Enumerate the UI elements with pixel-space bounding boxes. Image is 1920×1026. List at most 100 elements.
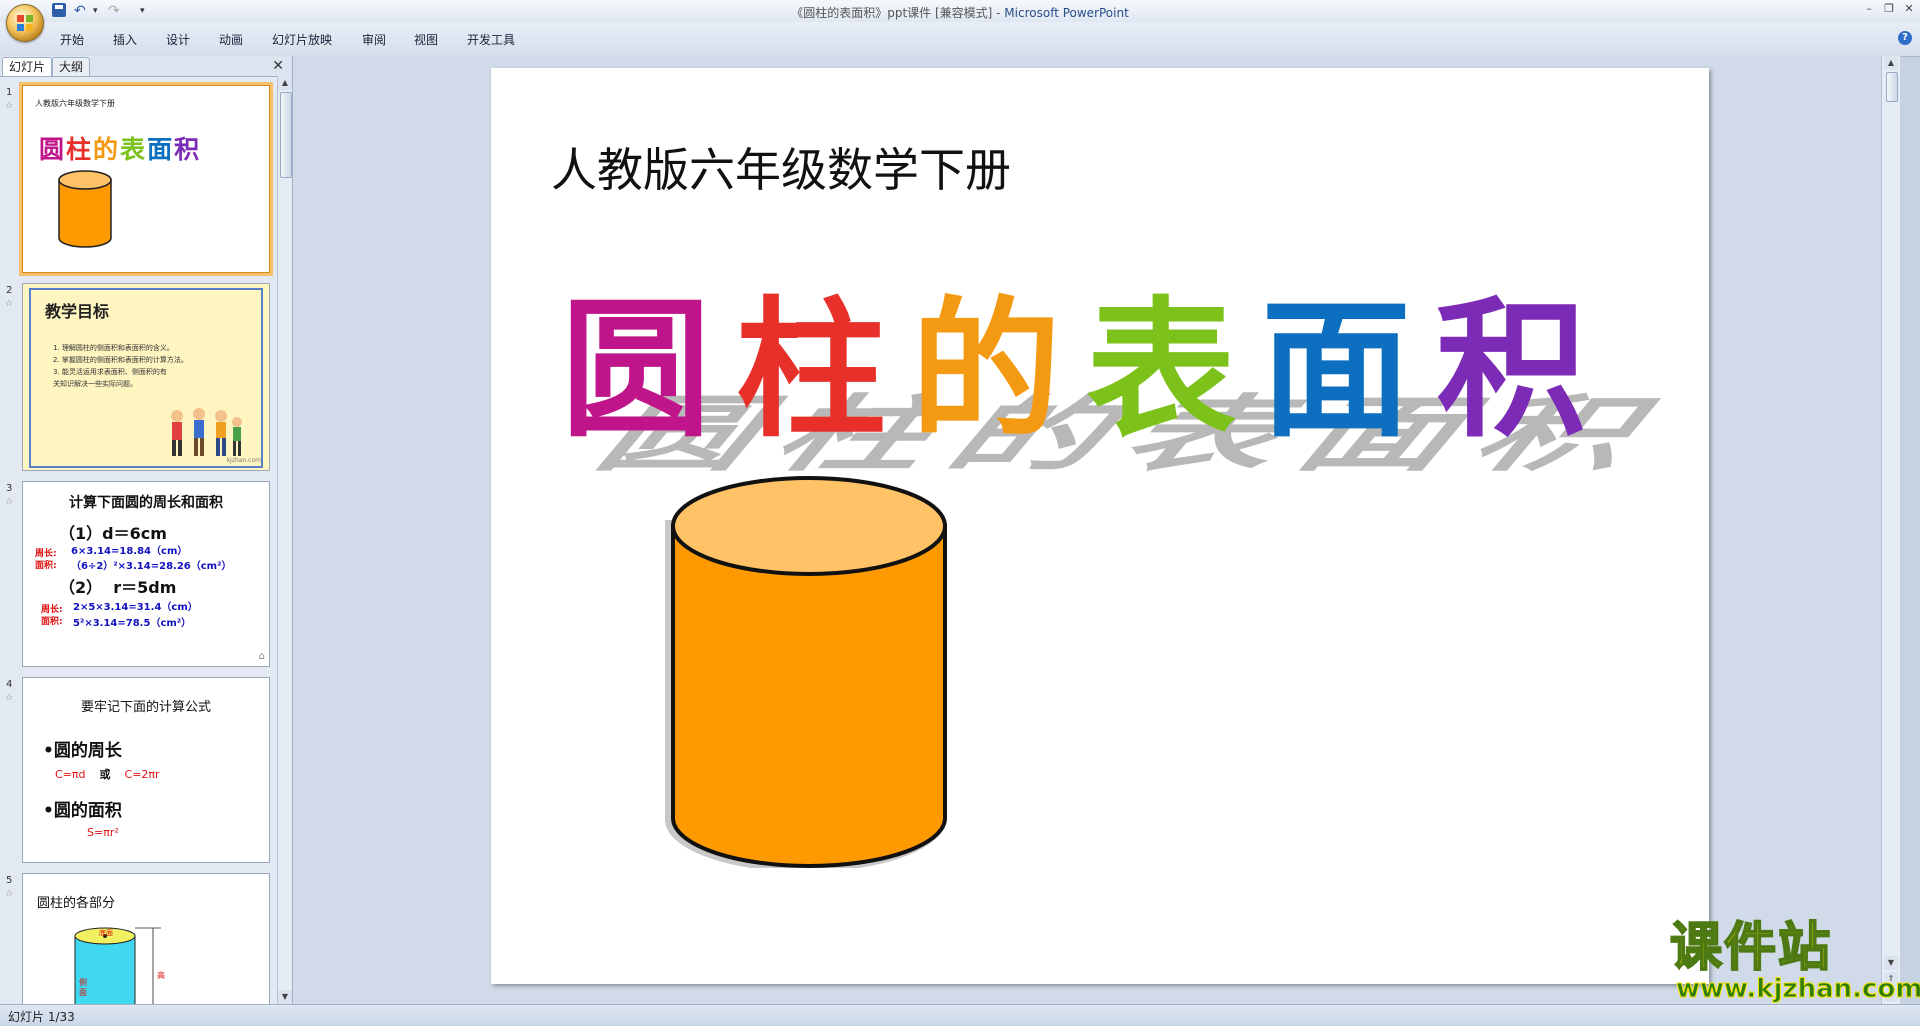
tab-view[interactable]: 视图	[414, 31, 438, 48]
thumb-title: 教学目标	[45, 302, 110, 321]
slide-scrollbar[interactable]: ▲ ▼ ⇑ ⇓	[1881, 56, 1900, 1004]
app-name: Microsoft PowerPoint	[1004, 6, 1129, 20]
slides-pane: 幻灯片 大纲 ✕ 1 ☆ 人教版六年级数学下册 圆柱的表面积 2 ☆ 教学目标 …	[0, 56, 293, 1004]
tab-outline[interactable]: 大纲	[52, 57, 91, 76]
thumb-number: 4	[6, 679, 13, 690]
thumb-title: 要牢记下面的计算公式	[80, 700, 211, 715]
office-button[interactable]	[6, 4, 44, 42]
thumb-formula: S=πr²	[87, 826, 119, 839]
scrollbar-thumb[interactable]	[280, 92, 292, 178]
thumb-cylinder	[58, 170, 112, 248]
tab-slideshow[interactable]: 幻灯片放映	[272, 31, 332, 48]
wordart-title[interactable]: 圆 柱 的 表 面 积 圆 柱 的 表 面 积	[561, 296, 1701, 483]
thumb-line: 关知识解决一些实际问题。	[53, 380, 137, 388]
thumb-title-char: 表	[120, 135, 148, 164]
help-icon[interactable]: ?	[1898, 31, 1912, 45]
tab-home[interactable]: 开始	[60, 31, 84, 48]
thumb-title-char: 圆	[39, 135, 67, 164]
thumb-answer: 6×3.14=18.84（cm）	[71, 546, 188, 557]
title-separator: -	[992, 6, 1005, 20]
thumb-answer: （6÷2）²×3.14=28.26（cm²）	[71, 561, 232, 572]
thumb-label: 底面	[99, 929, 113, 937]
slide-counter: 幻灯片 1/33	[8, 1010, 75, 1024]
wordart-char: 圆	[561, 284, 712, 458]
thumb-line: 1. 理解圆柱的侧面积和表面积的含义。	[53, 344, 174, 352]
thumbnail-slide-1[interactable]: 人教版六年级数学下册 圆柱的表面积	[19, 82, 273, 276]
thumb-number: 1	[6, 87, 13, 98]
thumb-labels: 周长: 面积:	[35, 548, 57, 572]
thumb-bullet: •圆的面积	[43, 801, 122, 821]
thumb-answer: 2×5×3.14=31.4（cm）	[73, 602, 198, 613]
thumb-answer: 5²×3.14=78.5（cm²）	[73, 618, 192, 629]
thumb-answers: 2×5×3.14=31.4（cm） 5²×3.14=78.5（cm²）	[73, 600, 198, 632]
tab-review[interactable]: 审阅	[362, 31, 386, 48]
restore-icon[interactable]: ❐	[1882, 2, 1896, 15]
thumb-line: 3. 能灵活运用求表面积、侧面积的有	[53, 368, 167, 376]
thumbnail-slide-4[interactable]: 要牢记下面的计算公式 •圆的周长 C=πd 或 C=2πr •圆的面积 S=πr²	[22, 677, 270, 863]
thumb-number: 2	[6, 285, 13, 296]
thumb-question: （2） r＝5dm	[59, 578, 177, 597]
watermark-logo: 课件站 www.kjzhan.com	[1668, 917, 1920, 1008]
home-icon: ⌂	[258, 651, 265, 662]
cylinder-shape[interactable]	[663, 468, 963, 868]
document-name: 《圆柱的表面积》ppt课件 [兼容模式]	[791, 6, 993, 20]
watermark-title: 课件站	[1669, 917, 1833, 979]
tab-design[interactable]: 设计	[166, 31, 190, 48]
transition-star-icon: ☆	[5, 693, 14, 703]
thumb-title-char: 的	[93, 135, 121, 164]
thumb-label: 面积:	[41, 617, 63, 627]
ribbon-tab-bar: 开始 插入 设计 动画 幻灯片放映 审阅 视图 开发工具 ?	[0, 22, 1920, 57]
thumb-title-char: 柱	[66, 135, 94, 164]
transition-star-icon: ☆	[5, 497, 14, 507]
current-slide[interactable]: 人教版六年级数学下册 圆 柱 的 表 面 积 圆 柱 的 表 面 积	[491, 68, 1709, 984]
close-window-icon[interactable]: ✕	[1902, 2, 1916, 15]
thumb-title-char: 积	[174, 135, 202, 164]
title-bar: ↶ ▾ ↷ ▾ 《圆柱的表面积》ppt课件 [兼容模式] - Microsoft…	[0, 0, 1920, 42]
thumb-question: （1）d＝6cm	[59, 524, 167, 543]
scrollbar-thumb[interactable]	[1886, 72, 1898, 102]
tab-animations[interactable]: 动画	[219, 31, 243, 48]
formula-a: C=πd	[55, 768, 86, 781]
status-bar: 幻灯片 1/33	[0, 1004, 1920, 1026]
scroll-up-icon[interactable]: ▲	[278, 76, 292, 90]
thumb-number: 5	[6, 875, 13, 886]
thumb-title: 圆柱的各部分	[37, 896, 116, 911]
transition-star-icon: ☆	[5, 101, 14, 111]
thumb-answers: 6×3.14=18.84（cm） （6÷2）²×3.14=28.26（cm²）	[71, 544, 231, 574]
thumb-footer: kjzhan.com	[226, 457, 261, 464]
thumb-line: 2. 掌握圆柱的侧面积和表面积的计算方法。	[53, 356, 188, 364]
thumb-body: 1. 理解圆柱的侧面积和表面积的含义。 2. 掌握圆柱的侧面积和表面积的计算方法…	[53, 342, 188, 390]
thumb-formula: C=πd 或 C=2πr	[55, 766, 160, 782]
window-title: 《圆柱的表面积》ppt课件 [兼容模式] - Microsoft PowerPo…	[0, 4, 1920, 21]
thumbnail-list: 1 ☆ 人教版六年级数学下册 圆柱的表面积 2 ☆ 教学目标 1. 理解圆柱的侧…	[0, 77, 276, 1004]
thumb-subtitle: 人教版六年级数学下册	[35, 99, 115, 108]
thumbnail-slide-3[interactable]: 计算下面圆的周长和面积 （1）d＝6cm 周长: 面积: 6×3.14=18.84…	[22, 481, 270, 667]
thumb-label: 高	[157, 971, 165, 980]
thumb-label: 侧面	[79, 978, 87, 997]
office-logo-icon	[17, 15, 33, 31]
slide-subtitle[interactable]: 人教版六年级数学下册	[551, 134, 1011, 200]
tab-slides[interactable]: 幻灯片	[2, 57, 53, 76]
thumb-title: 圆柱的表面积	[39, 130, 201, 166]
tab-developer[interactable]: 开发工具	[467, 31, 515, 48]
thumb-labels: 周长: 面积:	[41, 604, 63, 628]
thumb-title: 计算下面圆的周长和面积	[69, 495, 223, 511]
thumbnail-scrollbar[interactable]: ▲ ▼	[277, 76, 292, 1004]
transition-star-icon: ☆	[5, 889, 14, 899]
pane-tab-bar: 幻灯片 大纲 ✕	[0, 56, 292, 77]
minimize-icon[interactable]: –	[1862, 2, 1876, 15]
scroll-down-icon[interactable]: ▼	[278, 990, 292, 1004]
watermark-url: www.kjzhan.com	[1675, 974, 1920, 1005]
thumbnail-slide-5[interactable]: 圆柱的各部分 底面 侧面 高	[22, 873, 270, 1004]
thumbnail-slide-2[interactable]: 教学目标 1. 理解圆柱的侧面积和表面积的含义。 2. 掌握圆柱的侧面积和表面积…	[22, 283, 270, 471]
close-pane-icon[interactable]: ✕	[272, 56, 284, 76]
wordart-char: 的	[911, 284, 1062, 458]
wordart-char: 面	[1261, 284, 1412, 458]
thumb-label: 周长:	[41, 605, 63, 615]
scroll-up-icon[interactable]: ▲	[1884, 56, 1898, 70]
slide-canvas: 人教版六年级数学下册 圆 柱 的 表 面 积 圆 柱 的 表 面 积 ▲ ▼ ⇑…	[293, 56, 1900, 1004]
tab-insert[interactable]: 插入	[113, 31, 137, 48]
wordart-char: 表	[1086, 284, 1237, 458]
formula-or: 或	[99, 768, 111, 781]
formula-b: C=2πr	[124, 768, 160, 781]
